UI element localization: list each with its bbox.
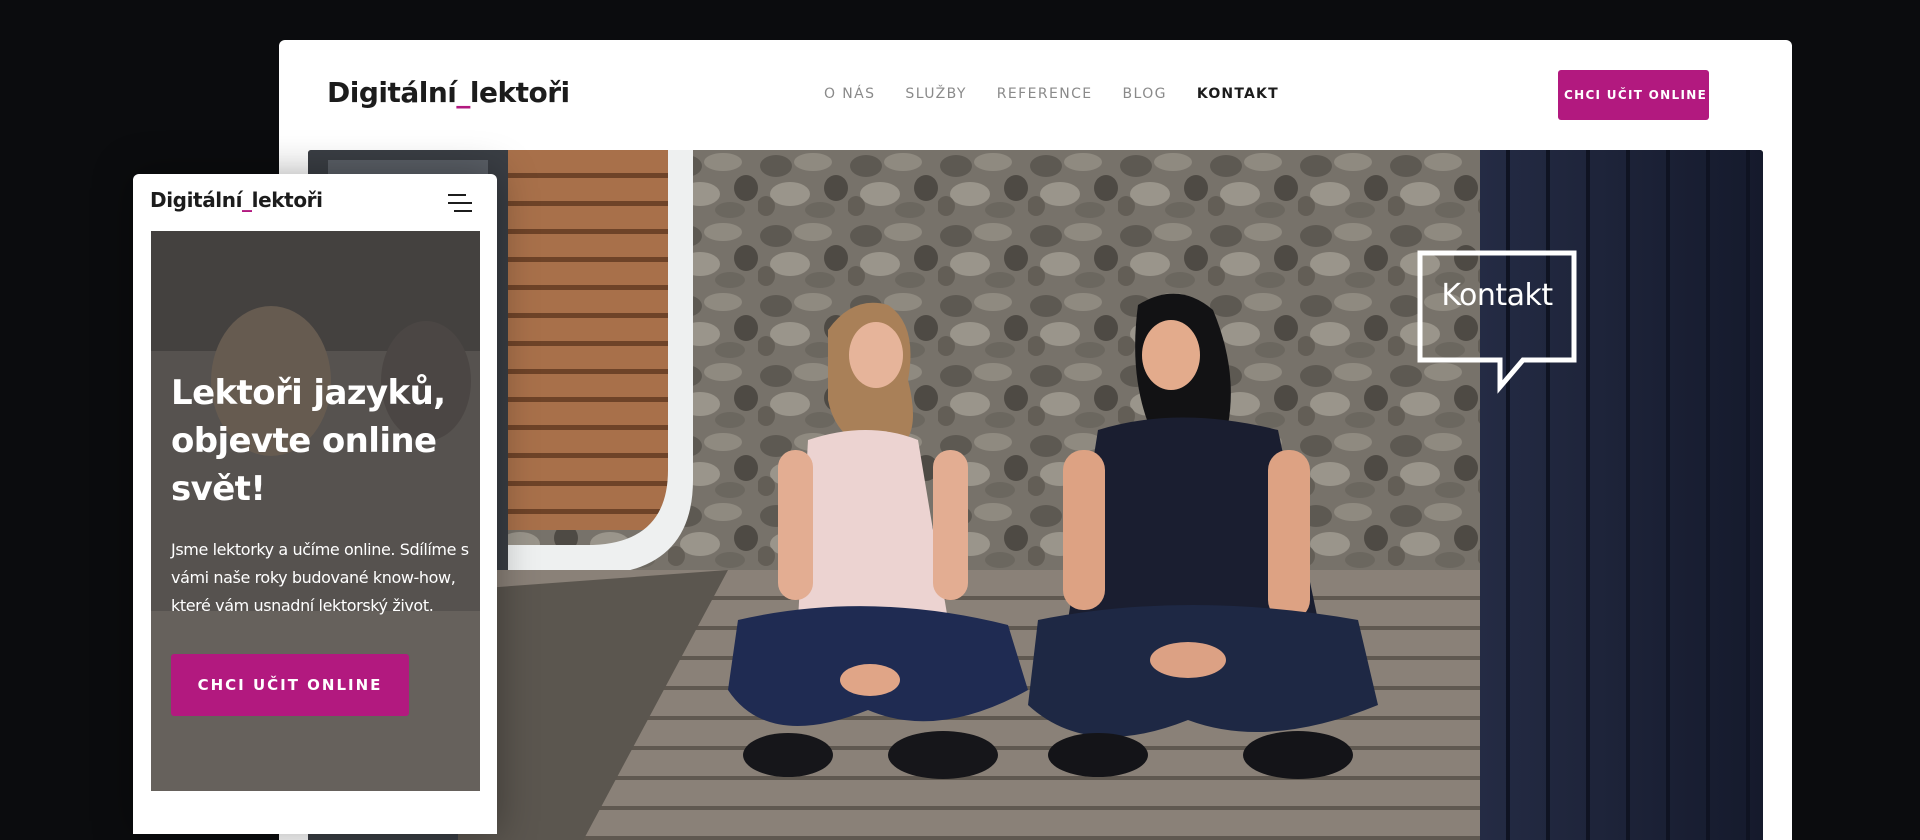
mobile-cta-button[interactable]: CHCI UČIT ONLINE [171, 654, 409, 716]
logo-underscore: _ [242, 188, 252, 212]
mobile-hero: Lektoři jazyků, objevte online svět! Jsm… [151, 231, 480, 791]
bubble-heading: Kontakt [1441, 278, 1553, 313]
nav-item-blog[interactable]: BLOG [1123, 86, 1167, 102]
desktop-cta-button[interactable]: CHCI UČIT ONLINE [1558, 70, 1709, 120]
desc-line-1: Jsme lektorky a učíme online. Sdílíme s [171, 540, 469, 559]
mobile-logo[interactable]: Digitální_lektoři [150, 188, 323, 212]
title-line-3: svět! [171, 469, 266, 509]
desc-line-2: vámi naše roky budované know-how, [171, 568, 456, 587]
logo-text-main: Digitální [327, 76, 457, 109]
desktop-header: Digitální_lektoři O NÁS SLUŽBY REFERENCE… [279, 40, 1792, 150]
nav-item-sluzby[interactable]: SLUŽBY [905, 86, 966, 102]
hamburger-menu-icon[interactable] [446, 191, 472, 215]
desktop-logo[interactable]: Digitální_lektoři [327, 76, 570, 109]
nav-item-o-nas[interactable]: O NÁS [824, 86, 875, 102]
nav-item-kontakt[interactable]: KONTAKT [1197, 86, 1279, 102]
kontakt-speech-bubble: Kontakt [1417, 250, 1581, 395]
logo-text-rest: lektoři [251, 188, 323, 212]
desc-line-3: které vám usnadní lektorský život. [171, 596, 434, 615]
logo-text-rest: lektoři [469, 76, 570, 109]
title-line-1: Lektoři jazyků, [171, 373, 446, 413]
mobile-mockup: Digitální_lektoři Lektoři jazyků, objevt… [133, 174, 497, 834]
logo-underscore: _ [456, 76, 470, 109]
desktop-hero-image: Kontakt [308, 150, 1763, 840]
mobile-hero-description: Jsme lektorky a učíme online. Sdílíme s … [171, 536, 471, 620]
nav-item-reference[interactable]: REFERENCE [997, 86, 1093, 102]
desktop-mockup: Digitální_lektoři O NÁS SLUŽBY REFERENCE… [279, 40, 1792, 840]
desktop-nav: O NÁS SLUŽBY REFERENCE BLOG KONTAKT [824, 86, 1309, 102]
speech-bubble-icon [1417, 250, 1577, 394]
logo-text-main: Digitální [150, 188, 243, 212]
mobile-hero-title: Lektoři jazyků, objevte online svět! [171, 369, 471, 513]
title-line-2: objevte online [171, 421, 437, 461]
